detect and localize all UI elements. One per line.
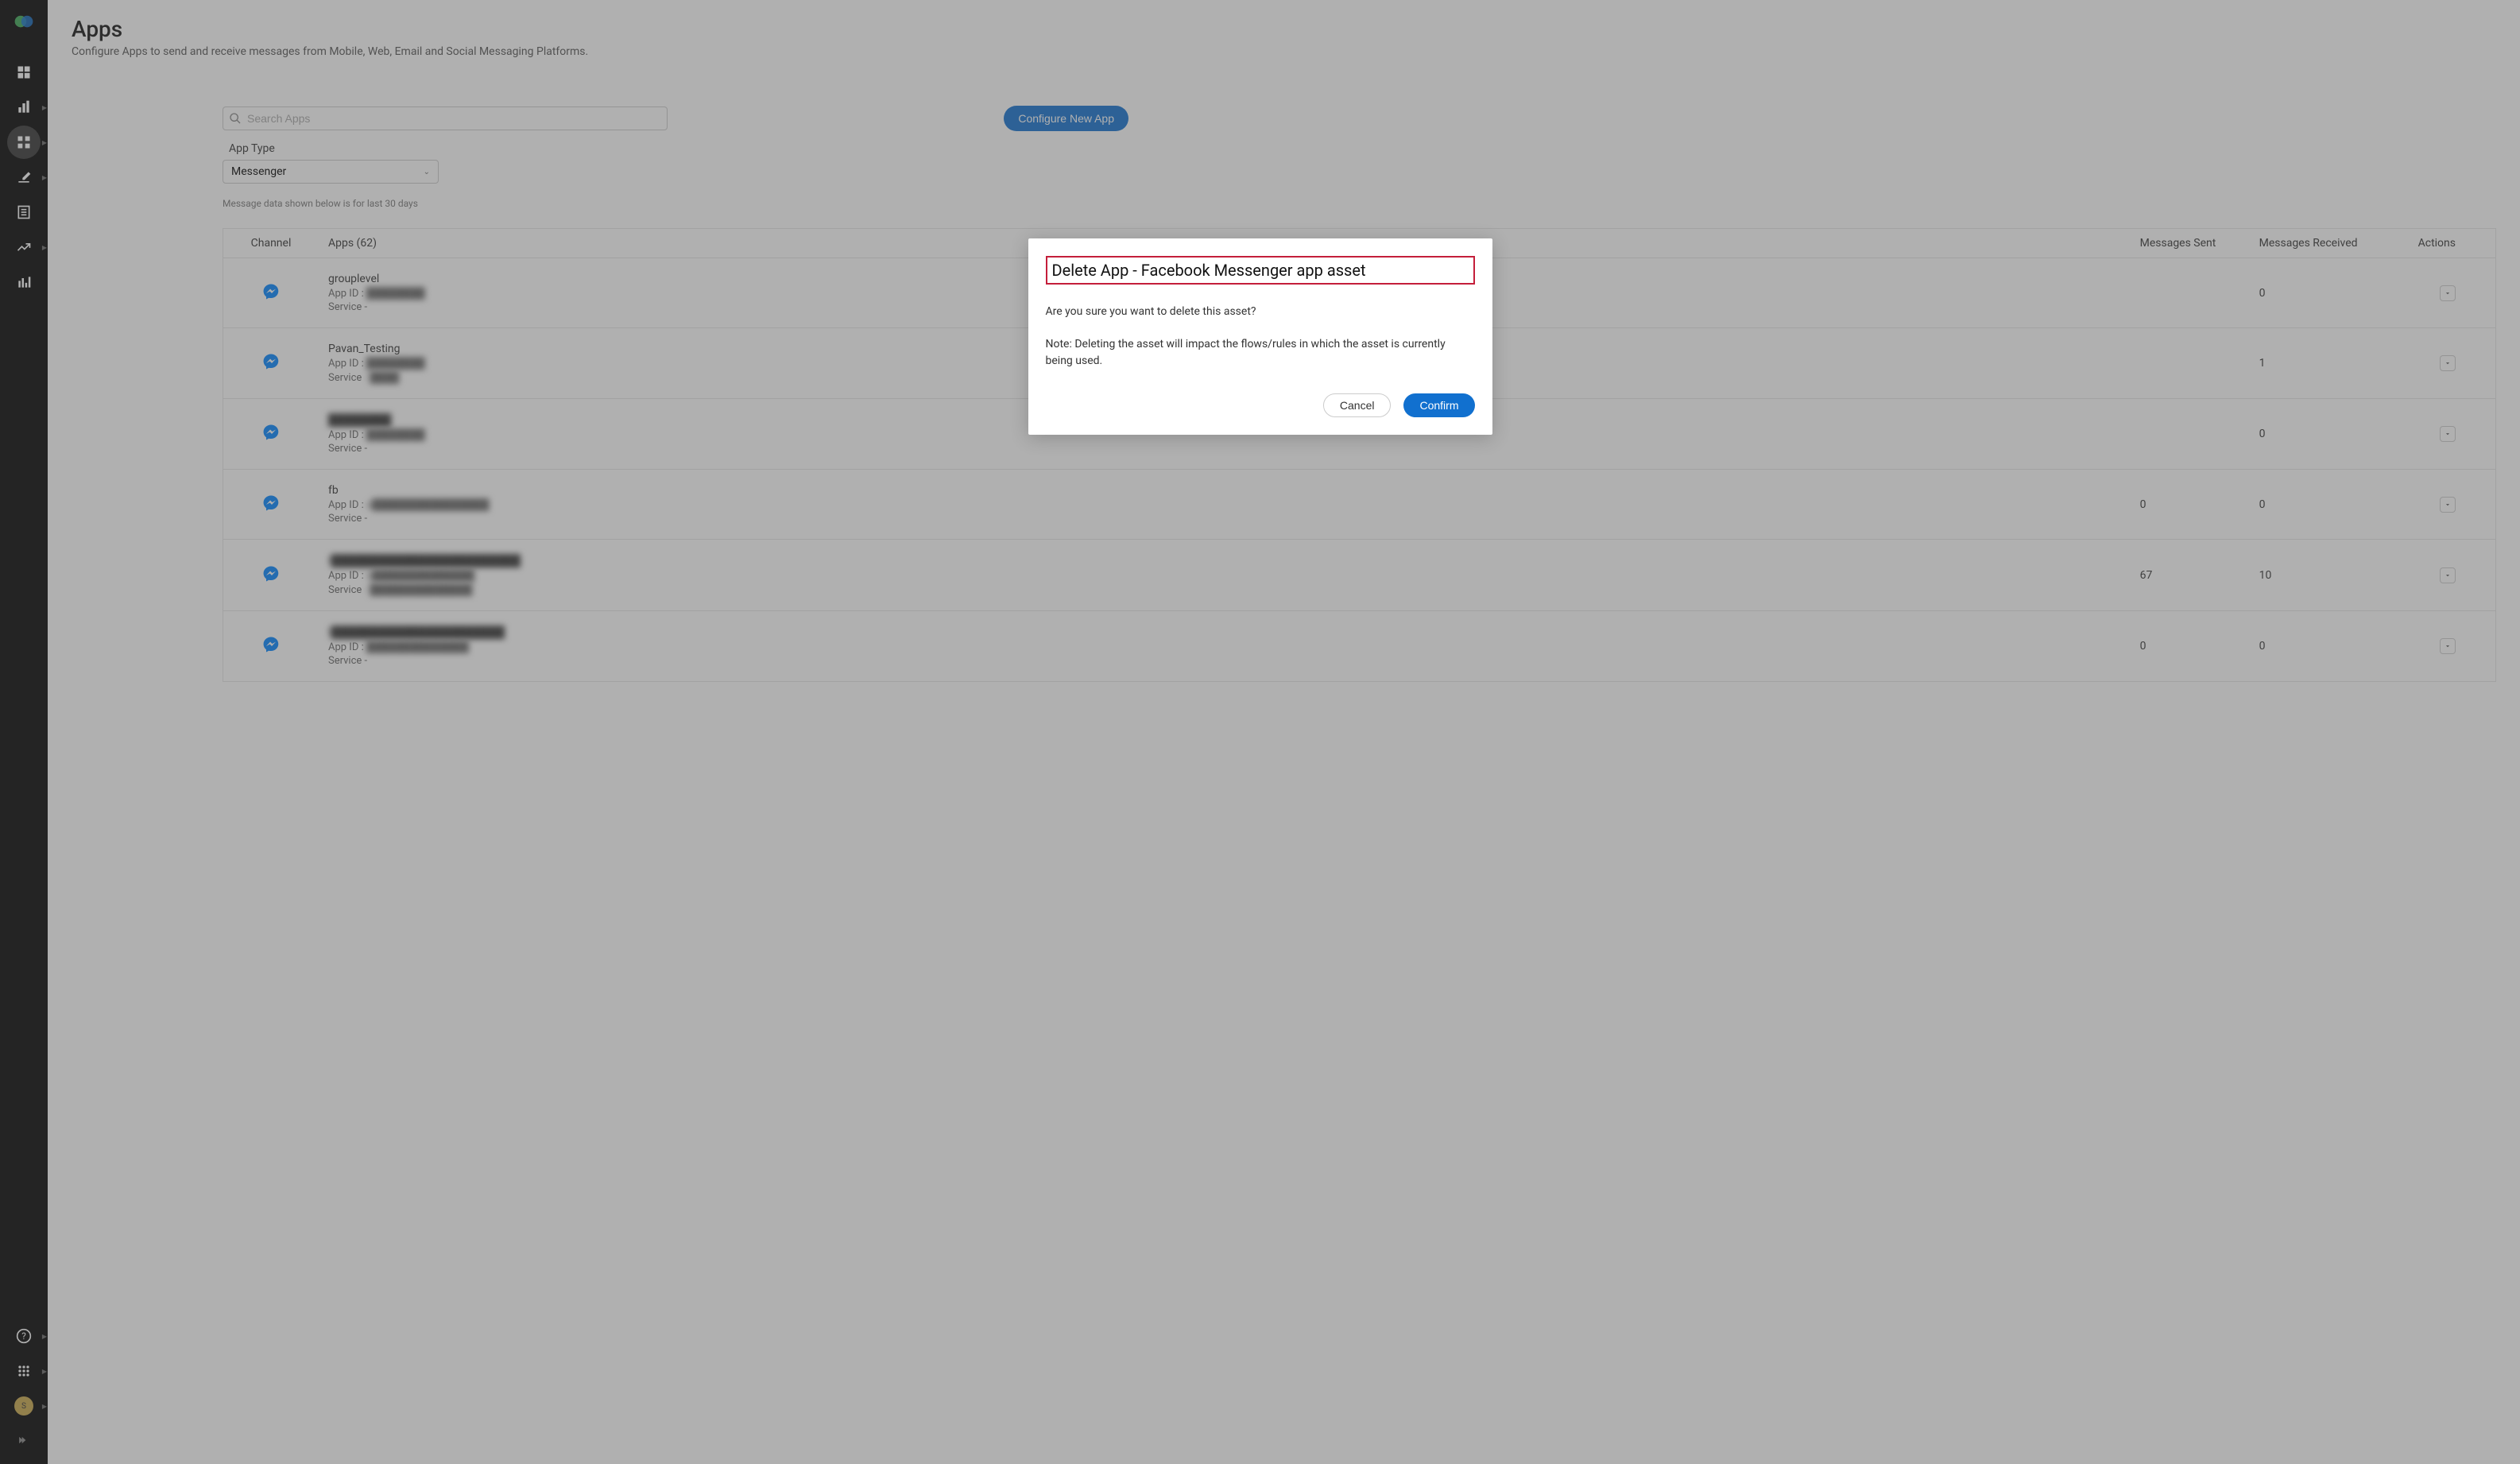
delete-app-modal: Delete App - Facebook Messenger app asse… <box>1028 238 1492 435</box>
modal-text-2: Note: Deleting the asset will impact the… <box>1046 336 1475 370</box>
modal-overlay[interactable]: Delete App - Facebook Messenger app asse… <box>0 0 2520 1464</box>
cancel-button[interactable]: Cancel <box>1323 393 1392 417</box>
modal-title: Delete App - Facebook Messenger app asse… <box>1046 256 1475 285</box>
modal-text-1: Are you sure you want to delete this ass… <box>1046 304 1475 320</box>
confirm-button[interactable]: Confirm <box>1403 393 1474 417</box>
